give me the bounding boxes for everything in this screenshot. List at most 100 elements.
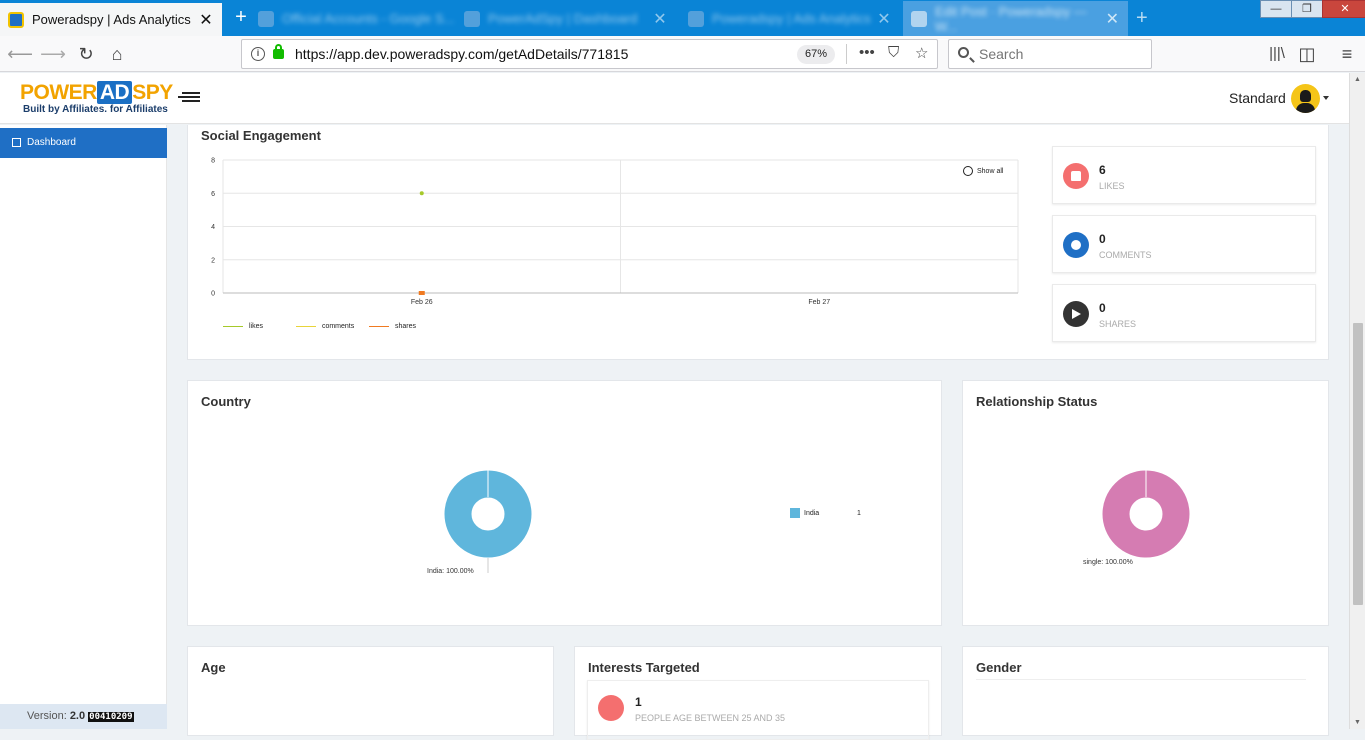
forward-arrow-icon[interactable]: ⟶ xyxy=(39,41,67,67)
stat-label: LIKES xyxy=(1099,181,1125,191)
sidebar: Dashboard Version: 2.0 00410209 xyxy=(0,125,167,729)
menu-hamburger-icon[interactable]: ≡ xyxy=(1333,41,1361,67)
legend-value: 1 xyxy=(857,509,861,517)
page-actions-icon[interactable]: ••• xyxy=(859,44,875,61)
shares-stat: 0 SHARES xyxy=(1052,284,1316,342)
page-scrollbar[interactable]: ▲ ▼ xyxy=(1349,73,1365,729)
card-title: Age xyxy=(201,660,226,675)
home-icon[interactable]: ⌂ xyxy=(103,41,131,67)
show-all-label: Show all xyxy=(977,167,1004,175)
y-tick-label: 2 xyxy=(211,257,215,264)
url-bar[interactable]: i https://app.dev.poweradspy.com/getAdDe… xyxy=(241,39,938,69)
library-icon[interactable]: |||\ xyxy=(1263,41,1291,67)
scrollbar-thumb[interactable] xyxy=(1353,323,1363,605)
tab-close-icon[interactable]: ✕ xyxy=(652,9,668,29)
legend-item-shares[interactable]: shares xyxy=(369,323,416,330)
tab-close-icon[interactable]: ✕ xyxy=(1105,9,1120,29)
secure-lock-icon xyxy=(273,44,284,59)
legend-item-likes[interactable]: likes xyxy=(223,323,263,330)
tab-close-icon[interactable]: ✕ xyxy=(198,10,214,30)
tab-close-icon[interactable]: ✕ xyxy=(876,9,892,29)
y-tick-label: 0 xyxy=(211,291,215,298)
bookmark-star-icon[interactable]: ☆ xyxy=(915,44,928,62)
data-point-likes[interactable] xyxy=(419,191,424,196)
tab-title: Poweradspy | Ads Analytics xyxy=(712,11,871,26)
browser-tab[interactable]: Edit Post · Poweradspy — W... ✕ xyxy=(903,1,1128,36)
stat-label: SHARES xyxy=(1099,319,1137,329)
slice-label: India: 100.00% xyxy=(427,568,474,575)
version-number: 2.0 xyxy=(69,710,86,722)
browser-tab[interactable]: PowerAdSpy | Dashboard ✕ xyxy=(456,1,676,36)
interests-targeted-card: Interests Targeted 1 PEOPLE AGE BETWEEN … xyxy=(574,646,942,740)
user-menu-caret-icon[interactable] xyxy=(1323,96,1329,100)
like-thumb-icon xyxy=(1063,163,1089,189)
browser-tab-active[interactable]: Poweradspy | Ads Analytics ✕ xyxy=(0,1,222,36)
relationship-donut-chart: single: 100.00% xyxy=(1083,470,1190,566)
country-card: Country India: 100.00% India 1 xyxy=(187,380,942,626)
tab-title: Official Accounts - Google S... xyxy=(282,11,455,26)
site-favicon-icon xyxy=(911,10,927,27)
x-tick-label: Feb 26 xyxy=(411,299,433,306)
share-arrow-icon xyxy=(1063,301,1089,327)
engagement-line-chart: 0 2 4 6 8 Feb 26 Feb 27 xyxy=(211,158,1019,306)
new-tab-plus-icon[interactable]: + xyxy=(232,7,250,27)
zoom-out-icon xyxy=(963,166,973,176)
scroll-up-arrow-icon[interactable]: ▲ xyxy=(1354,76,1361,83)
country-donut-chart: India: 100.00% xyxy=(427,470,532,575)
stat-value: 6 xyxy=(1099,163,1106,177)
search-input[interactable] xyxy=(979,41,1147,67)
search-icon xyxy=(958,47,969,58)
x-tick-label: Feb 27 xyxy=(808,299,830,306)
back-arrow-icon[interactable]: ⟵ xyxy=(6,41,34,67)
comment-bubble-icon xyxy=(1063,232,1089,258)
site-favicon-icon xyxy=(464,10,480,27)
plan-label[interactable]: Standard xyxy=(1229,90,1286,106)
site-info-icon[interactable]: i xyxy=(251,47,265,61)
legend-label: comments xyxy=(321,323,355,330)
zoom-level-badge[interactable]: 67% xyxy=(797,45,835,64)
pocket-icon[interactable]: ⛉ xyxy=(888,44,899,61)
browser-tab[interactable]: Poweradspy | Ads Analytics ✕ xyxy=(680,1,900,36)
legend-label: shares xyxy=(394,323,416,330)
sidebar-toggle-icon[interactable]: ◫ xyxy=(1293,41,1321,67)
url-text[interactable]: https://app.dev.poweradspy.com/getAdDeta… xyxy=(295,46,628,62)
app-header: POWER AD SPY Built by Affiliates. for Affi… xyxy=(0,73,1365,124)
interest-people-icon xyxy=(598,695,624,721)
minimize-icon[interactable]: — xyxy=(1260,0,1292,18)
data-point-shares[interactable] xyxy=(418,291,425,295)
legend-item-comments[interactable]: comments xyxy=(296,323,354,330)
new-tab-plus-icon[interactable]: + xyxy=(1136,7,1148,30)
interest-value: 1 xyxy=(635,695,642,709)
reload-icon[interactable]: ↻ xyxy=(72,41,100,67)
card-title: Country xyxy=(201,394,251,409)
browser-tab[interactable]: Official Accounts - Google S... xyxy=(250,1,470,36)
age-card: Age xyxy=(187,646,554,736)
google-favicon-icon xyxy=(258,10,274,27)
shares-legend-line-icon xyxy=(369,325,389,327)
interest-item: 1 PEOPLE AGE BETWEEN 25 AND 35 xyxy=(587,680,929,740)
country-legend-item[interactable]: India 1 xyxy=(790,508,861,518)
brand-logo[interactable]: POWER AD SPY Built by Affiliates. for Affi… xyxy=(20,81,173,115)
tab-title: Poweradspy | Ads Analytics xyxy=(32,12,191,27)
show-all-zoom-button[interactable]: Show all xyxy=(963,166,1003,176)
comments-legend-line-icon xyxy=(296,325,316,327)
window-controls: — ❐ ✕ xyxy=(1260,0,1365,20)
version-info: Version: 2.0 00410209 xyxy=(0,704,167,729)
scroll-down-arrow-icon[interactable]: ▼ xyxy=(1354,719,1361,726)
y-tick-label: 6 xyxy=(211,191,215,198)
window-close-icon[interactable]: ✕ xyxy=(1322,0,1365,18)
y-tick-label: 4 xyxy=(211,224,215,231)
sidebar-collapse-icon[interactable] xyxy=(177,90,201,104)
search-bar[interactable] xyxy=(948,39,1152,69)
brand-tagline: Built by Affiliates. for Affiliates xyxy=(23,104,168,115)
maximize-icon[interactable]: ❐ xyxy=(1291,0,1323,18)
sidebar-item-dashboard[interactable]: Dashboard xyxy=(0,128,167,158)
build-number: 00410209 xyxy=(88,712,134,722)
home-icon xyxy=(12,138,21,147)
user-avatar[interactable] xyxy=(1291,84,1320,113)
brand-name: POWER AD SPY xyxy=(20,81,173,104)
brand-part-ad: AD xyxy=(96,81,133,104)
legend-swatch-icon xyxy=(790,508,800,518)
site-favicon-icon xyxy=(688,10,704,27)
brand-part-power: POWER xyxy=(20,81,97,104)
